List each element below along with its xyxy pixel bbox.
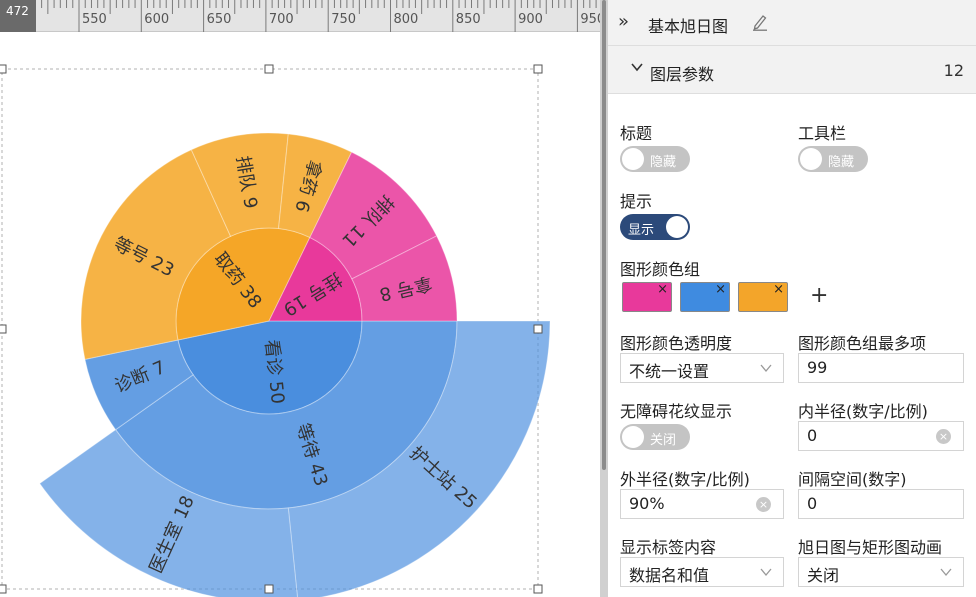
clear-icon[interactable]: × xyxy=(756,497,771,512)
inner-radius-label: 内半径(数字/比例) xyxy=(798,402,928,421)
title-toggle-text: 隐藏 xyxy=(650,155,677,170)
sunburst-sectors[interactable]: 看诊 50等待 43 护士站 25医生室 18诊断 7取药 38等号 23排队 9… xyxy=(39,132,551,597)
label-content-select[interactable]: 数据名和值 xyxy=(620,557,784,587)
toggle-knob xyxy=(622,426,644,448)
pencil-icon[interactable] xyxy=(752,13,768,31)
max-items-input[interactable]: 99 xyxy=(798,353,964,383)
double-chevron-right-icon[interactable]: » xyxy=(618,12,629,32)
opacity-select[interactable]: 不统一设置 xyxy=(620,353,784,383)
resize-handle[interactable] xyxy=(0,324,7,334)
label-content-value: 数据名和值 xyxy=(629,566,710,585)
toolbar-label: 工具栏 xyxy=(798,124,847,143)
chevron-down-icon xyxy=(940,568,952,577)
toggle-knob xyxy=(622,148,644,170)
canvas-area[interactable]: 550 600 650 700 750 800 850 900 950 472 看诊 50等待 … xyxy=(0,0,600,597)
toggle-knob xyxy=(666,216,688,238)
resize-handle[interactable] xyxy=(533,64,543,74)
sunburst-chart[interactable]: 看诊 50等待 43 护士站 25医生室 18诊断 7取药 38等号 23排队 9… xyxy=(0,32,600,597)
pattern-toggle[interactable]: 关闭 xyxy=(620,424,690,450)
ruler-ticks: 550 600 650 700 750 800 850 900 950 xyxy=(41,0,600,32)
pattern-toggle-text: 关闭 xyxy=(650,433,677,448)
gap-value: 0 xyxy=(807,494,818,513)
remove-color-icon[interactable]: × xyxy=(773,282,784,297)
title-label: 标题 xyxy=(620,124,653,143)
panel-divider[interactable] xyxy=(600,0,608,597)
toolbar-toggle[interactable]: 隐藏 xyxy=(798,146,868,172)
resize-handle[interactable] xyxy=(0,584,7,594)
ruler-tick-label: 950 xyxy=(580,12,600,27)
max-items-value: 99 xyxy=(807,358,828,377)
tooltip-toggle-text: 显示 xyxy=(628,223,655,238)
ruler-tick-label: 750 xyxy=(331,12,356,27)
resize-handle[interactable] xyxy=(264,64,274,74)
chevron-down-icon xyxy=(760,364,772,373)
divider-scrollbar[interactable] xyxy=(602,0,606,470)
properties-panel: » 基本旭日图 图层参数 12 标题 隐藏 工具栏 隐藏 提示 显示 图形颜色组… xyxy=(608,0,976,597)
gap-input[interactable]: 0 xyxy=(798,489,964,519)
inner-radius-input[interactable]: 0 × xyxy=(798,421,964,451)
max-items-label: 图形颜色组最多项 xyxy=(798,334,927,353)
tooltip-toggle[interactable]: 显示 xyxy=(620,214,690,240)
resize-handle[interactable] xyxy=(533,584,543,594)
toolbar-toggle-text: 隐藏 xyxy=(828,155,855,170)
gap-label: 间隔空间(数字) xyxy=(798,470,907,489)
animation-label: 旭日图与矩形图动画 xyxy=(798,538,943,557)
outer-radius-label: 外半径(数字/比例) xyxy=(620,470,750,489)
ruler-tick-label: 900 xyxy=(518,12,543,27)
remove-color-icon[interactable]: × xyxy=(657,282,668,297)
panel-header: » 基本旭日图 xyxy=(608,0,976,46)
ruler-tick-label: 550 xyxy=(82,12,107,27)
ruler-origin-value: 472 xyxy=(0,0,36,32)
add-color-button[interactable]: + xyxy=(810,284,828,308)
ruler-tick-label: 850 xyxy=(456,12,481,27)
color-swatch-blue[interactable]: × xyxy=(680,282,730,312)
ruler-tick-label: 800 xyxy=(394,12,419,27)
opacity-value: 不统一设置 xyxy=(629,362,710,381)
panel-title: 基本旭日图 xyxy=(648,17,729,36)
color-group-label: 图形颜色组 xyxy=(620,260,701,279)
chevron-down-icon xyxy=(760,568,772,577)
outer-radius-input[interactable]: 90% × xyxy=(620,489,784,519)
outer-radius-value: 90% xyxy=(629,494,665,513)
resize-handle[interactable] xyxy=(0,64,7,74)
resize-handle[interactable] xyxy=(264,584,274,594)
pattern-label: 无障碍花纹显示 xyxy=(620,402,733,421)
section-title: 图层参数 xyxy=(650,65,715,84)
toggle-knob xyxy=(800,148,822,170)
animation-select[interactable]: 关闭 xyxy=(798,557,964,587)
tooltip-label: 提示 xyxy=(620,192,653,211)
remove-color-icon[interactable]: × xyxy=(715,282,726,297)
label-content-label: 显示标签内容 xyxy=(620,538,717,557)
clear-icon[interactable]: × xyxy=(936,429,951,444)
animation-value: 关闭 xyxy=(807,566,840,585)
color-swatch-pink[interactable]: × xyxy=(622,282,672,312)
ruler-tick-label: 650 xyxy=(207,12,232,27)
section-header-layer-params[interactable]: 图层参数 12 xyxy=(608,46,976,94)
title-toggle[interactable]: 隐藏 xyxy=(620,146,690,172)
inner-radius-value: 0 xyxy=(807,426,818,445)
top-ruler: 550 600 650 700 750 800 850 900 950 472 xyxy=(0,0,600,32)
opacity-label: 图形颜色透明度 xyxy=(620,334,733,353)
color-swatch-orange[interactable]: × xyxy=(738,282,788,312)
ruler-tick-label: 600 xyxy=(144,12,169,27)
ruler-tick-label: 700 xyxy=(269,12,294,27)
chevron-down-icon[interactable] xyxy=(630,60,644,74)
section-count: 12 xyxy=(943,61,964,80)
resize-handle[interactable] xyxy=(533,324,543,334)
